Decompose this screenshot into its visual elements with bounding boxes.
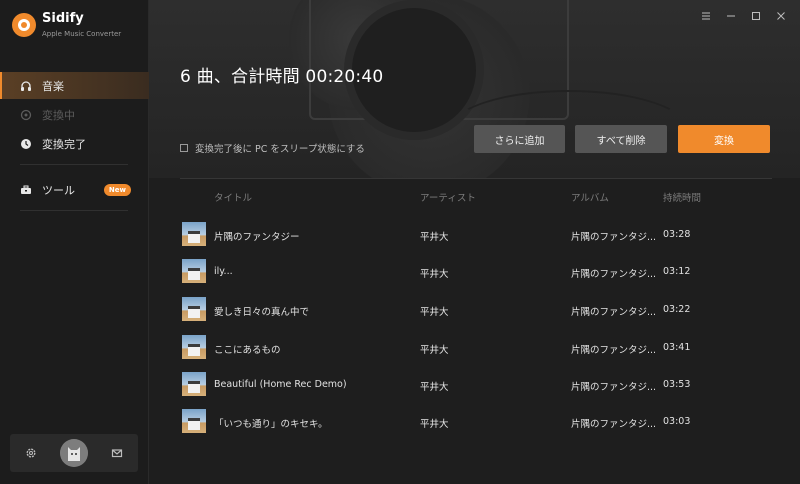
converting-icon [20,109,32,121]
sidify-logo-icon [12,13,36,37]
track-duration: 03:28 [663,229,691,240]
close-icon[interactable] [775,10,787,22]
track-duration: 03:22 [663,304,691,315]
album-art [182,222,206,246]
maximize-icon[interactable] [750,10,762,22]
album-art [182,259,206,283]
clock-icon [20,138,32,150]
track-title: ここにあるもの [214,345,281,356]
track-title: 愛しき日々の真ん中で [214,307,310,318]
track-duration: 03:41 [663,342,691,353]
track-album: 片隅のファンタジ... [571,269,657,280]
sleep-option-label: 変換完了後に PC をスリープ状態にする [195,144,365,155]
track-artist: 平井大 [420,419,449,430]
track-album: 片隅のファンタジ... [571,307,657,318]
toolbox-icon [20,184,32,196]
track-title: Beautiful (Home Rec Demo) [214,379,347,390]
add-more-button[interactable]: さらに追加 [474,125,565,153]
mail-icon[interactable] [110,446,124,460]
main-panel: 6 曲、合計時間 00:20:40 変換完了後に PC をスリープ状態にする さ… [149,0,800,484]
column-header-duration[interactable]: 持続時間 [663,190,701,204]
track-artist: 平井大 [420,307,449,318]
album-art [182,372,206,396]
minimize-icon[interactable] [725,10,737,22]
table-row[interactable]: 愛しき日々の真ん中で 平井大 片隅のファンタジ... 03:22 [180,297,772,327]
sidebar: Sidify Apple Music Converter 音楽 変換中 変換完了 [0,0,149,484]
sidebar-item-label: 音楽 [42,79,64,93]
track-title: ily... [214,266,233,277]
track-album: 片隅のファンタジ... [571,232,657,243]
column-header-album[interactable]: アルバム [571,190,609,204]
album-art [182,297,206,321]
track-title: 「いつも通り」のキセキ。 [214,419,328,430]
sidebar-divider [20,164,128,165]
track-artist: 平井大 [420,382,449,393]
sidebar-item-label: 変換完了 [42,137,86,151]
header-divider [180,178,772,179]
column-header-artist[interactable]: アーティスト [420,190,476,204]
sidebar-item-label: ツール [42,184,75,197]
track-album: 片隅のファンタジ... [571,382,657,393]
track-artist: 平井大 [420,269,449,280]
sidebar-item-music[interactable]: 音楽 [0,72,149,99]
new-badge: New [103,184,131,196]
app-name: Sidify [42,11,84,26]
track-artist: 平井大 [420,232,449,243]
table-row[interactable]: 片隅のファンタジー 平井大 片隅のファンタジ... 03:28 [180,222,772,252]
convert-button[interactable]: 変換 [678,125,770,153]
delete-all-button[interactable]: すべて削除 [575,125,667,153]
sleep-option[interactable]: 変換完了後に PC をスリープ状態にする [180,141,365,155]
brand: Sidify Apple Music Converter [12,12,121,38]
sidebar-bottom-bar [10,434,138,472]
table-row[interactable]: Beautiful (Home Rec Demo) 平井大 片隅のファンタジ..… [180,372,772,402]
table-row[interactable]: ily... 平井大 片隅のファンタジ... 03:12 [180,259,772,289]
sidebar-item-tools[interactable]: ツール New [0,177,149,203]
avatar[interactable] [60,439,88,467]
table-row[interactable]: ここにあるもの 平井大 片隅のファンタジ... 03:41 [180,335,772,365]
track-album: 片隅のファンタジ... [571,345,657,356]
track-duration: 03:03 [663,416,691,427]
menu-icon[interactable] [700,10,712,22]
table-row[interactable]: 「いつも通り」のキセキ。 平井大 片隅のファンタジ... 03:03 [180,409,772,439]
album-art [182,335,206,359]
track-title: 片隅のファンタジー [214,232,300,243]
sidebar-nav: 音楽 変換中 変換完了 [0,72,149,159]
sleep-checkbox[interactable] [180,144,188,152]
app-subtitle: Apple Music Converter [42,30,122,38]
track-album: 片隅のファンタジ... [571,419,657,430]
sidebar-item-label: 変換中 [42,108,75,122]
track-artist: 平井大 [420,345,449,356]
gear-icon[interactable] [24,446,38,460]
column-header-title[interactable]: タイトル [214,190,252,204]
track-duration: 03:12 [663,266,691,277]
track-summary: 6 曲、合計時間 00:20:40 [180,67,384,87]
album-art [182,409,206,433]
headphones-icon [20,80,32,92]
sidebar-item-converted[interactable]: 変換完了 [0,130,149,157]
sidebar-item-converting[interactable]: 変換中 [0,101,149,128]
track-duration: 03:53 [663,379,691,390]
sidebar-divider [20,210,128,211]
